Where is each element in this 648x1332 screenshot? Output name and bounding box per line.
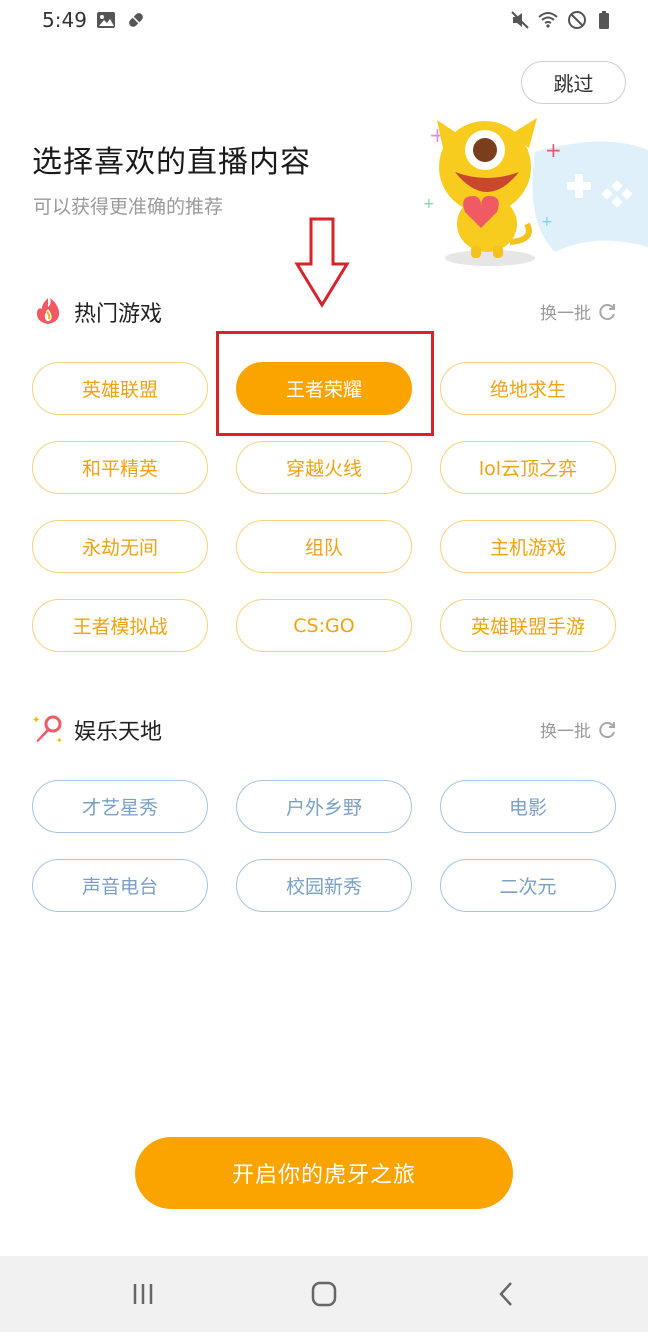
- status-time: 5:49: [42, 8, 87, 32]
- battery-icon: [599, 11, 609, 29]
- tiger-mascot-illustration: + + + +: [423, 118, 648, 266]
- refresh-label: 换一批: [540, 722, 591, 742]
- microphone-icon: ✦ ✦: [32, 715, 63, 745]
- refresh-icon: [599, 721, 615, 738]
- entertainment-chip[interactable]: 才艺星秀: [32, 780, 208, 833]
- svg-text:✦: ✦: [32, 715, 40, 726]
- svg-text:+: +: [545, 138, 562, 162]
- flame-icon: [36, 298, 60, 324]
- entertainment-title: 娱乐天地: [74, 720, 163, 745]
- start-journey-button[interactable]: 开启你的虎牙之旅: [135, 1137, 513, 1209]
- pill-icon: [129, 13, 143, 27]
- game-chip[interactable]: 穿越火线: [236, 441, 412, 494]
- system-nav-bar: [0, 1256, 648, 1332]
- page-subtitle: 可以获得更准确的推荐: [33, 196, 224, 218]
- skip-button[interactable]: 跳过: [521, 61, 626, 104]
- entertainment-refresh-button[interactable]: 换一批: [540, 717, 617, 742]
- recent-apps-icon: [133, 1284, 153, 1304]
- home-icon: [311, 1281, 337, 1307]
- mute-icon: [511, 11, 529, 29]
- entertainment-chip[interactable]: 声音电台: [32, 859, 208, 912]
- svg-text:+: +: [423, 196, 435, 212]
- game-chip[interactable]: 英雄联盟: [32, 362, 208, 415]
- hot-games-refresh-button[interactable]: 换一批: [540, 299, 617, 324]
- back-icon: [499, 1282, 512, 1306]
- status-bar: 5:49: [0, 0, 648, 40]
- game-chip[interactable]: 和平精英: [32, 441, 208, 494]
- home-button[interactable]: [304, 1276, 344, 1312]
- entertainment-chip[interactable]: 二次元: [440, 859, 616, 912]
- game-chip[interactable]: 绝地求生: [440, 362, 616, 415]
- hot-games-header: 热门游戏 换一批: [32, 293, 617, 329]
- hot-games-title: 热门游戏: [74, 302, 163, 327]
- entertainment-header: ✦ ✦ 娱乐天地 换一批: [32, 711, 617, 747]
- image-icon: [97, 12, 115, 28]
- recent-apps-button[interactable]: [123, 1276, 163, 1312]
- game-chip[interactable]: lol云顶之弈: [440, 441, 616, 494]
- entertainment-chip[interactable]: 户外乡野: [236, 780, 412, 833]
- highlight-box: [216, 331, 434, 436]
- game-chip[interactable]: CS:GO: [236, 599, 412, 652]
- game-chip[interactable]: 英雄联盟手游: [440, 599, 616, 652]
- game-chip[interactable]: 王者模拟战: [32, 599, 208, 652]
- svg-text:✦: ✦: [56, 736, 63, 745]
- wifi-icon: [538, 12, 558, 28]
- svg-text:+: +: [541, 214, 553, 230]
- game-chip[interactable]: 主机游戏: [440, 520, 616, 573]
- entertainment-chip[interactable]: 校园新秀: [236, 859, 412, 912]
- back-button[interactable]: [486, 1276, 526, 1312]
- entertainment-chip[interactable]: 电影: [440, 780, 616, 833]
- refresh-icon: [599, 303, 615, 320]
- refresh-label: 换一批: [540, 304, 591, 324]
- game-chip[interactable]: 组队: [236, 520, 412, 573]
- do-not-disturb-icon: [568, 11, 586, 29]
- game-chip[interactable]: 永劫无间: [32, 520, 208, 573]
- page-title: 选择喜欢的直播内容: [32, 145, 311, 180]
